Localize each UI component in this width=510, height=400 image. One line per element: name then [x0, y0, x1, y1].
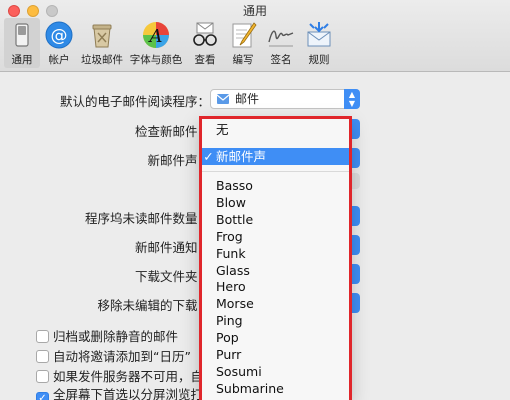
archive-muted-checkbox[interactable] [36, 330, 49, 343]
pencil-paper-icon [232, 22, 257, 48]
svg-text:@: @ [51, 26, 68, 46]
font-color-wheel-icon: A [143, 22, 169, 48]
signature-icon [268, 30, 294, 47]
window-toolbar: 通用 通用 @ 帐户 垃圾邮件 A 字体与颜色 查看 编写 签名 规则 [0, 0, 510, 72]
outgoing-server-checkbox[interactable] [36, 370, 49, 383]
outgoing-server-checkbox-row[interactable]: 如果发件服务器不可用，自 [36, 366, 203, 385]
default-reader-label: 默认的电子邮件阅读程序： [59, 94, 210, 109]
toolbar-junk-tab[interactable]: 垃圾邮件 [78, 18, 126, 68]
general-switch-icon [15, 23, 29, 47]
split-view-label: 全屏幕下首选以分屏浏览打 [53, 387, 204, 400]
toolbar-viewing-tab[interactable]: 查看 [187, 18, 223, 68]
remove-unedited-label: 移除未编辑的下载： [97, 298, 210, 313]
toolbar-general-label: 通用 [11, 54, 33, 66]
window-title: 通用 [242, 4, 267, 18]
sound-options-edge[interactable] [351, 173, 360, 189]
svg-text:A: A [148, 26, 163, 47]
toolbar-rules-tab[interactable]: 规则 [301, 18, 337, 68]
toolbar-junk-label: 垃圾邮件 [81, 54, 123, 66]
glasses-envelope-icon [193, 22, 217, 46]
add-invites-checkbox[interactable] [36, 350, 49, 363]
toolbar-composing-tab[interactable]: 编写 [225, 18, 261, 68]
highlight-annotation-box [199, 116, 352, 400]
toolbar-viewing-label: 查看 [194, 54, 216, 66]
add-invites-label: 自动将邀请添加到“日历” [53, 349, 191, 364]
rules-envelope-icon [307, 22, 331, 47]
toolbar-fonts-colors-label: 字体与颜色 [129, 54, 183, 66]
mail-app-icon [216, 94, 230, 104]
toolbar-composing-label: 编写 [232, 54, 254, 66]
split-view-checkbox[interactable]: ✓ [36, 392, 49, 400]
popup-arrows-icon: ▲ ▼ [344, 89, 360, 109]
toolbar-accounts-tab[interactable]: @ 帐户 [42, 18, 76, 68]
archive-muted-label: 归档或删除静音的邮件 [53, 329, 179, 344]
default-reader-popup[interactable]: 邮件 ▲ ▼ [210, 89, 360, 109]
split-view-checkbox-row[interactable]: ✓ 全屏幕下首选以分屏浏览打 [36, 384, 203, 400]
default-reader-value: 邮件 [235, 92, 260, 106]
toolbar-rules-label: 规则 [308, 54, 330, 66]
add-invites-checkbox-row[interactable]: 自动将邀请添加到“日历” [36, 346, 191, 365]
dock-unread-label: 程序坞未读邮件数量： [84, 211, 210, 226]
trash-bin-icon [92, 24, 112, 48]
at-sign-icon: @ [45, 21, 73, 49]
toolbar-signatures-label: 签名 [270, 54, 292, 66]
outgoing-server-label: 如果发件服务器不可用，自 [53, 369, 204, 384]
toolbar-accounts-label: 帐户 [48, 54, 70, 66]
archive-muted-checkbox-row[interactable]: 归档或删除静音的邮件 [36, 326, 178, 345]
toolbar-signatures-tab[interactable]: 签名 [263, 18, 299, 68]
toolbar-fonts-colors-tab[interactable]: A 字体与颜色 [128, 18, 184, 68]
toolbar-general-tab[interactable]: 通用 [4, 18, 40, 68]
